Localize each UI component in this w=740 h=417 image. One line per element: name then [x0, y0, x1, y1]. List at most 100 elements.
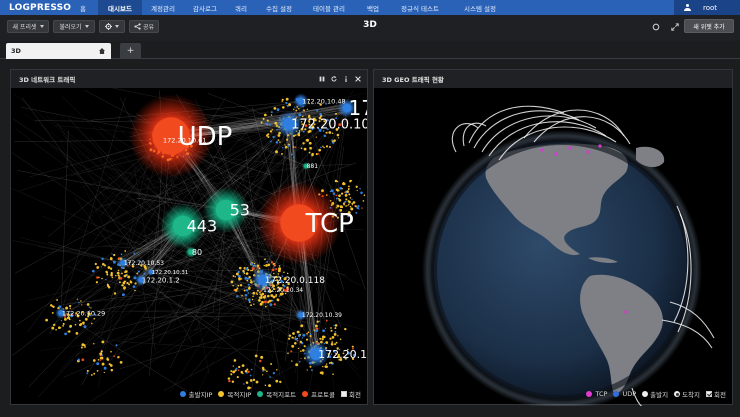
nav-item-system-settings[interactable]: 시스템 설정 — [450, 0, 510, 15]
traffic-particle — [238, 277, 242, 281]
traffic-particle — [117, 269, 120, 272]
nav-item-label: 수집 설정 — [266, 4, 292, 13]
pause-icon[interactable] — [319, 75, 325, 82]
traffic-particle — [111, 253, 113, 255]
user-menu[interactable]: root — [674, 0, 740, 15]
traffic-particle — [348, 200, 351, 204]
traffic-particle — [321, 338, 324, 341]
nav-item-regex-test[interactable]: 정규식 테스트 — [390, 0, 450, 15]
traffic-particle — [281, 98, 284, 101]
traffic-particle — [99, 359, 102, 361]
traffic-particle — [286, 138, 289, 141]
globe-canvas[interactable] — [374, 88, 732, 406]
nav-item-label: 백업 — [367, 4, 379, 13]
widget-tools — [319, 75, 361, 82]
traffic-particle — [81, 358, 85, 362]
traffic-particle — [101, 362, 105, 366]
traffic-particle — [107, 266, 111, 269]
geo-globe[interactable] — [374, 88, 732, 406]
rotate-checkbox[interactable]: 회전 — [706, 389, 726, 399]
traffic-particle — [105, 270, 108, 274]
traffic-particle — [251, 298, 254, 301]
traffic-particle — [247, 292, 250, 294]
traffic-particle — [275, 141, 279, 144]
node-label: 443 — [187, 217, 218, 236]
traffic-particle — [300, 350, 302, 352]
widget-title: 3D 네트워크 트래픽 — [19, 76, 76, 84]
traffic-particle — [348, 203, 350, 205]
traffic-particle — [315, 324, 318, 328]
load-button[interactable]: 불러오기 — [53, 20, 95, 33]
traffic-particle — [279, 380, 282, 384]
traffic-particle — [287, 352, 289, 355]
traffic-particle — [269, 376, 271, 378]
home-icon — [99, 48, 105, 54]
traffic-particle — [75, 332, 79, 335]
traffic-particle — [263, 113, 267, 117]
traffic-particle — [113, 355, 115, 358]
traffic-particle — [60, 319, 63, 322]
network-graph[interactable]: UDP TCP 53 443 172.20.0.10 172.20.10.61 172.20… — [11, 88, 367, 406]
nav-item-dashboard[interactable]: 대시보드 — [98, 0, 142, 15]
traffic-particle — [237, 270, 240, 274]
traffic-particle — [247, 298, 251, 302]
nav-item-query[interactable]: 쿼리 — [226, 0, 256, 15]
network-legend: 출발지IP 목적지IP 목적지포트 프로토콜 회전 — [174, 389, 361, 399]
traffic-particle — [247, 268, 250, 272]
traffic-particle — [80, 300, 82, 302]
traffic-particle — [295, 109, 298, 112]
traffic-particle — [238, 266, 242, 270]
traffic-particle — [325, 319, 328, 322]
traffic-particle — [116, 271, 120, 275]
rotate-checkbox[interactable]: 회전 — [341, 389, 361, 399]
traffic-particle — [119, 277, 123, 280]
add-widget-button[interactable]: 새 위젯 추가 — [684, 19, 734, 33]
traffic-particle — [250, 368, 253, 371]
traffic-particle — [277, 269, 281, 273]
widget-header: 3D 네트워크 트래픽 — [11, 70, 367, 88]
legend-dot — [613, 391, 620, 397]
refresh-icon[interactable] — [331, 75, 337, 82]
close-icon[interactable] — [355, 75, 361, 82]
traffic-particle — [302, 142, 305, 145]
traffic-particle — [282, 146, 284, 149]
fullscreen-button[interactable] — [667, 20, 683, 33]
tab-3d[interactable]: 3D — [6, 43, 111, 59]
add-tab-button[interactable]: + — [120, 43, 141, 59]
traffic-particle — [295, 363, 299, 367]
settings-button[interactable] — [99, 20, 125, 33]
nav-item-backup[interactable]: 백업 — [356, 0, 390, 15]
traffic-particle — [121, 272, 123, 275]
traffic-particle — [228, 379, 231, 383]
nav-item-accounts[interactable]: 계정관리 — [142, 0, 184, 15]
widget-title: 3D GEO 트래픽 현황 — [382, 76, 444, 84]
share-label: 공유 — [142, 24, 155, 31]
origin-radio[interactable]: 출발지 — [642, 389, 668, 399]
traffic-particle — [284, 145, 288, 149]
traffic-particle — [351, 202, 354, 205]
nav-item-audit-log[interactable]: 감사로그 — [184, 0, 226, 15]
traffic-particle — [292, 146, 295, 148]
traffic-particle — [333, 139, 336, 142]
logo[interactable]: LOGPRESSO — [0, 0, 71, 15]
traffic-particle — [321, 335, 325, 339]
info-icon[interactable] — [343, 75, 349, 82]
traffic-particle — [93, 343, 95, 345]
traffic-particle — [330, 189, 334, 193]
nav-item-label: 테이블 관리 — [313, 4, 345, 13]
traffic-particle — [80, 346, 83, 349]
traffic-particle — [252, 295, 254, 298]
destination-radio[interactable]: 도착지 — [674, 389, 700, 399]
nav-item-table-management[interactable]: 테이블 관리 — [302, 0, 356, 15]
traffic-particle — [360, 191, 363, 195]
nav-item-home[interactable]: 홈 — [68, 0, 98, 15]
traffic-particle — [234, 276, 237, 278]
network-graph-canvas[interactable]: UDPTCP53443172.20.0.10172.20.10.61172.20… — [11, 88, 367, 406]
node-label: 172.20.1.29 — [318, 348, 367, 361]
new-preset-button[interactable]: 새 프리셋 — [7, 20, 49, 33]
traffic-particle — [266, 119, 269, 122]
share-button[interactable]: 공유 — [129, 20, 159, 33]
nav-item-collect-settings[interactable]: 수집 설정 — [256, 0, 302, 15]
refresh-button[interactable] — [648, 20, 664, 33]
traffic-particle — [306, 108, 308, 110]
